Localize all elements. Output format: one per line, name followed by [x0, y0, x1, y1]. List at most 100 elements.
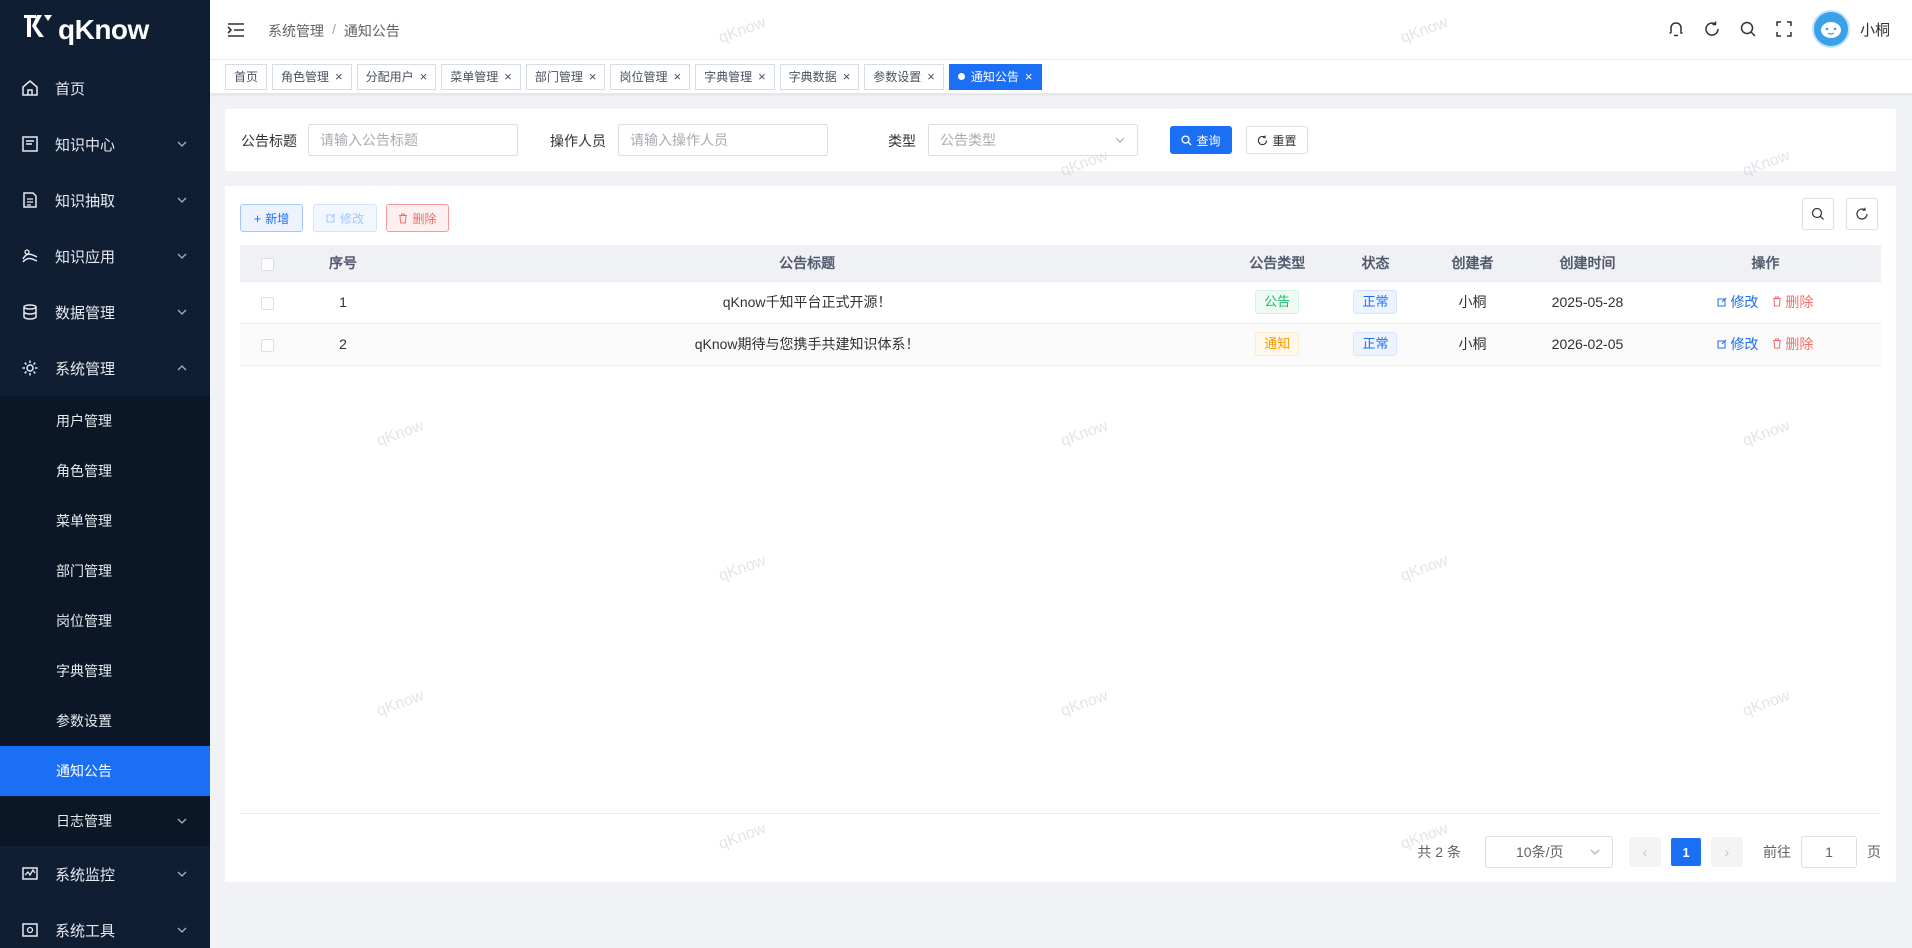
close-icon[interactable]: ×	[589, 69, 597, 84]
search-form: 公告标题 请输入公告标题 操作人员 请输入操作人员 类型 公告类型 查询 重置	[225, 109, 1896, 171]
tag-menus[interactable]: 菜单管理 ×	[441, 63, 521, 90]
header-tools: 小桐	[1650, 10, 1890, 48]
close-icon[interactable]: ×	[1025, 69, 1033, 84]
operator-input[interactable]: 请输入操作人员	[618, 124, 828, 156]
next-page-button[interactable]: ›	[1711, 837, 1743, 867]
tag-home[interactable]: 首页	[225, 63, 268, 90]
chevron-down-icon	[177, 253, 187, 259]
delete-button[interactable]: 删除	[386, 204, 449, 232]
breadcrumb-item[interactable]: 系统管理	[268, 21, 324, 41]
row-delete-link[interactable]: 删除	[1772, 292, 1813, 312]
chevron-down-icon	[1115, 137, 1125, 143]
active-dot-icon	[957, 73, 965, 80]
search-icon[interactable]	[1738, 19, 1758, 39]
select-all-cell	[240, 245, 296, 282]
close-icon[interactable]: ×	[335, 69, 343, 84]
breadcrumb-current: 通知公告	[343, 23, 400, 39]
goto-page-input[interactable]: 1	[1801, 836, 1857, 868]
add-button[interactable]: + 新增	[240, 204, 303, 232]
tag-params[interactable]: 参数设置 ×	[864, 63, 944, 90]
tag-label: 参数设置	[873, 70, 922, 84]
plus-icon: +	[253, 210, 262, 226]
tag-label: 角色管理	[281, 70, 330, 84]
row-edit-link[interactable]: 修改	[1717, 334, 1758, 354]
app-icon	[20, 246, 40, 266]
refresh-icon[interactable]	[1702, 19, 1722, 39]
table-row[interactable]: 1 qKnow千知平台正式开源！ 公告 正常 小桐 2025-05-28 修改 …	[240, 281, 1881, 324]
close-icon[interactable]: ×	[673, 69, 681, 84]
username[interactable]: 小桐	[1860, 19, 1890, 40]
delete-button-label: 删除	[412, 211, 437, 226]
sidebar-item-label: 角色管理	[56, 463, 112, 479]
edit-button[interactable]: 修改	[313, 204, 377, 232]
sidebar-item-system-management[interactable]: 系统管理	[0, 340, 210, 396]
refresh-table-button[interactable]	[1846, 198, 1878, 230]
refresh-icon	[1856, 207, 1868, 220]
sidebar-item-knowledge-extract[interactable]: 知识抽取	[0, 172, 210, 228]
sidebar-item-roles[interactable]: 角色管理	[0, 446, 210, 496]
close-icon[interactable]: ×	[843, 69, 851, 84]
fullscreen-icon[interactable]	[1774, 19, 1794, 39]
select-all-checkbox[interactable]	[261, 257, 275, 271]
sidebar-item-dictionary[interactable]: 字典管理	[0, 646, 210, 696]
tag-dict-data[interactable]: 字典数据 ×	[779, 63, 860, 90]
row-delete-link[interactable]: 删除	[1772, 334, 1813, 354]
sidebar-item-notices[interactable]: 通知公告	[0, 746, 210, 796]
type-select[interactable]: 公告类型	[928, 124, 1138, 156]
goto-suffix: 页	[1867, 844, 1881, 860]
tag-departments[interactable]: 部门管理 ×	[525, 63, 606, 90]
sidebar-item-users[interactable]: 用户管理	[0, 396, 210, 446]
sidebar-item-label: 系统监控	[55, 866, 116, 884]
title-input[interactable]: 请输入公告标题	[308, 124, 518, 156]
sidebar-item-menus[interactable]: 菜单管理	[0, 496, 210, 546]
sidebar-item-departments[interactable]: 部门管理	[0, 546, 210, 596]
toggle-search-button[interactable]	[1802, 198, 1834, 230]
sidebar-item-data-management[interactable]: 数据管理	[0, 284, 210, 340]
table-row[interactable]: 2 qKnow期待与您携手共建知识体系！ 通知 正常 小桐 2026-02-05…	[240, 323, 1881, 366]
pagination: 共 2 条 10条/页 ‹ 1 › 前往 1 页	[1417, 836, 1881, 868]
tags-view: 首页 角色管理 × 分配用户 × 菜单管理 × 部门管理 × 岗位管理 × 字典管理 × 字…	[210, 60, 1912, 94]
close-icon[interactable]: ×	[758, 69, 766, 84]
query-button[interactable]: 查询	[1170, 126, 1232, 154]
sidebar-item-label: 参数设置	[56, 713, 112, 729]
column-header: 操作	[1649, 245, 1881, 282]
row-title: qKnow期待与您携手共建知识体系！	[390, 323, 1224, 366]
chevron-down-icon	[177, 197, 187, 203]
close-icon[interactable]: ×	[504, 69, 512, 84]
tag-assign-users[interactable]: 分配用户 ×	[356, 63, 437, 90]
menu-fold-icon[interactable]	[226, 20, 246, 40]
row-edit-link[interactable]: 修改	[1717, 292, 1758, 312]
sidebar-item-home[interactable]: 首页	[0, 60, 210, 116]
type-select-placeholder: 公告类型	[940, 132, 996, 148]
type-label: 类型	[888, 133, 916, 149]
sidebar-item-params[interactable]: 参数设置	[0, 696, 210, 746]
column-header: 序号	[295, 245, 391, 282]
page-size-select[interactable]: 10条/页	[1485, 836, 1613, 868]
close-icon[interactable]: ×	[927, 69, 935, 84]
database-icon	[20, 302, 40, 322]
chevron-down-icon	[177, 818, 187, 824]
sidebar-item-logs[interactable]: 日志管理	[0, 796, 210, 846]
sidebar-item-posts[interactable]: 岗位管理	[0, 596, 210, 646]
tag-roles[interactable]: 角色管理 ×	[272, 63, 352, 90]
row-checkbox[interactable]	[261, 338, 275, 352]
avatar[interactable]	[1811, 10, 1850, 48]
gear-icon	[20, 358, 40, 378]
close-icon[interactable]: ×	[420, 69, 428, 84]
column-header: 公告类型	[1223, 245, 1332, 282]
column-header: 创建者	[1419, 245, 1526, 282]
row-checkbox[interactable]	[261, 296, 275, 310]
tag-notices[interactable]: 通知公告 ×	[948, 63, 1042, 90]
sidebar-item-knowledge-center[interactable]: 知识中心	[0, 116, 210, 172]
prev-page-button[interactable]: ‹	[1629, 837, 1661, 867]
reset-button[interactable]: 重置	[1246, 126, 1308, 154]
sidebar-item-system-monitor[interactable]: 系统监控	[0, 846, 210, 902]
tag-posts[interactable]: 岗位管理 ×	[610, 63, 691, 90]
row-created-time: 2025-05-28	[1525, 281, 1650, 324]
sidebar-item-knowledge-app[interactable]: 知识应用	[0, 228, 210, 284]
tag-dictionary[interactable]: 字典管理 ×	[695, 63, 775, 90]
sidebar-item-system-tools[interactable]: 系统工具	[0, 902, 210, 948]
bell-icon[interactable]	[1666, 19, 1686, 39]
page-number-current[interactable]: 1	[1671, 838, 1701, 866]
tag-label: 通知公告	[970, 70, 1019, 84]
